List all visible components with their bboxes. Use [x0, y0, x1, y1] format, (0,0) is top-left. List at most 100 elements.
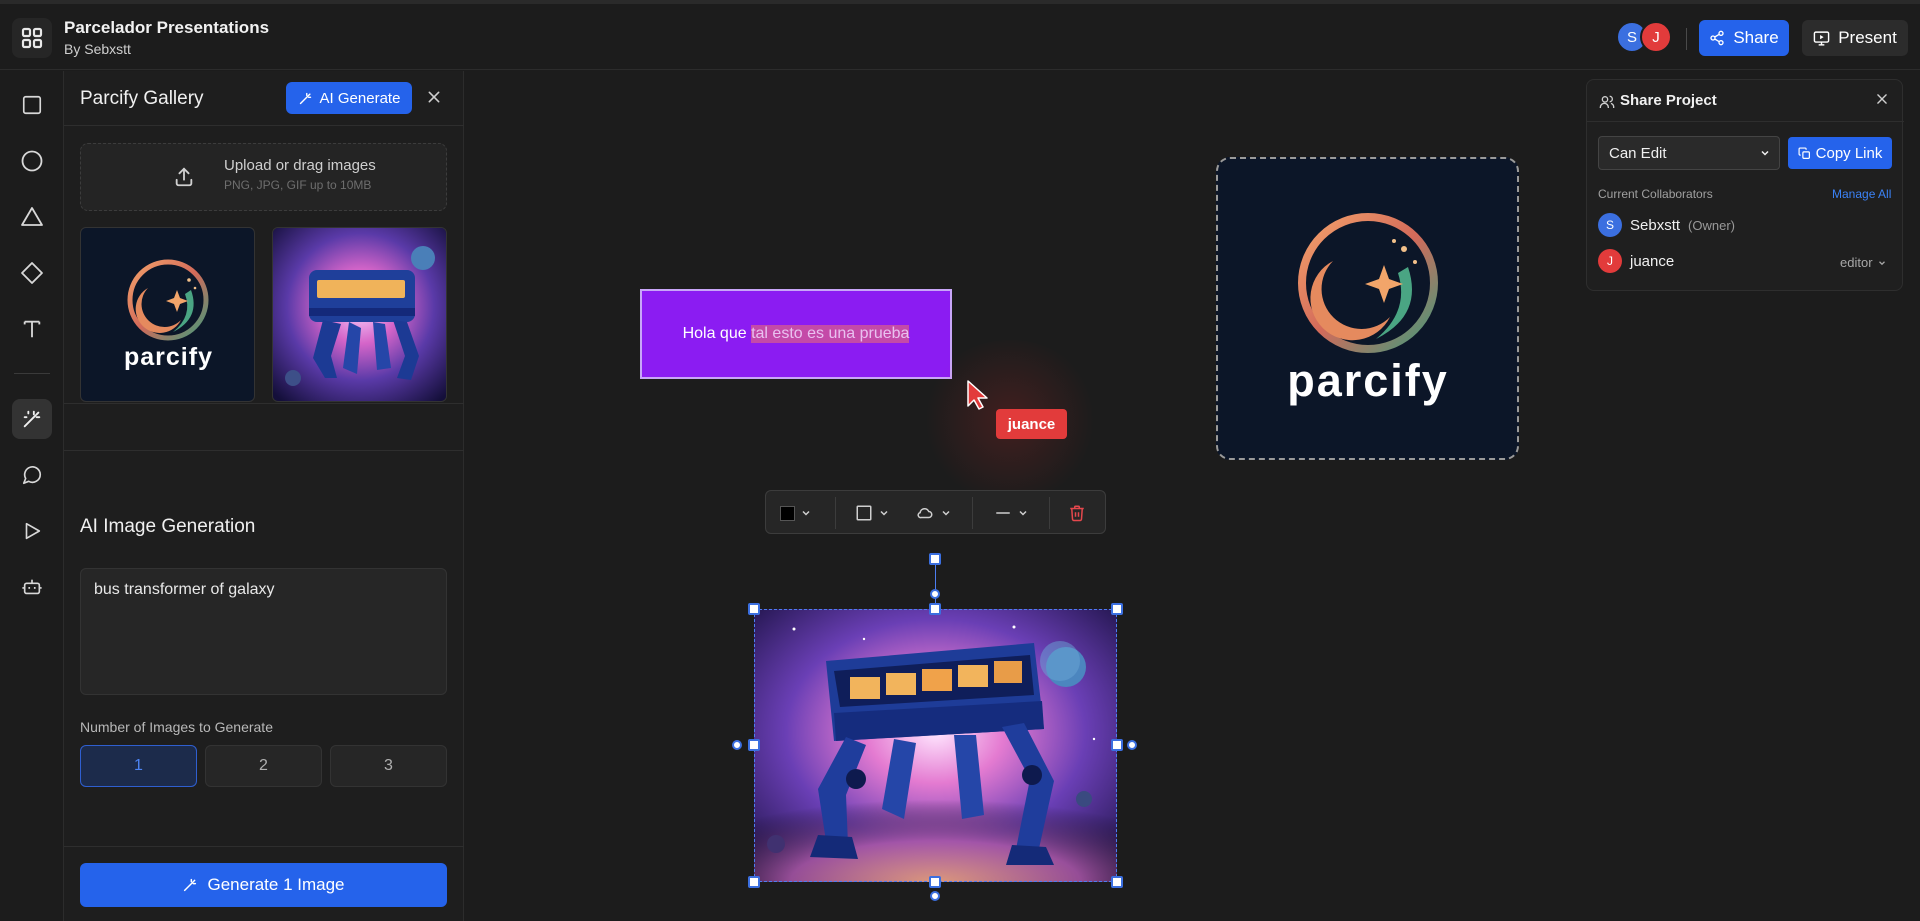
- panel-divider: [64, 450, 464, 451]
- circle-icon[interactable]: [12, 141, 52, 181]
- resize-handle-w[interactable]: [748, 739, 760, 751]
- delete-button[interactable]: [1068, 491, 1086, 535]
- copy-link-label: Copy Link: [1815, 144, 1883, 162]
- generate-button[interactable]: Generate 1 Image: [80, 863, 447, 907]
- chevron-down-icon: [942, 510, 950, 516]
- line-icon: [996, 512, 1010, 514]
- resize-handle-sw[interactable]: [748, 876, 760, 888]
- toolbar-divider: [14, 373, 50, 374]
- square-outline-icon: [856, 505, 872, 521]
- gallery-title: Parcify Gallery: [80, 88, 204, 109]
- share-icon: [1710, 30, 1724, 46]
- ai-generate-button[interactable]: AI Generate: [286, 82, 412, 114]
- share-button[interactable]: Share: [1699, 20, 1789, 56]
- selection-outline: [754, 609, 1117, 882]
- canvas-text-box[interactable]: Hola que tal esto es una prueba: [640, 289, 952, 379]
- rotate-handle[interactable]: [929, 553, 941, 565]
- collaborator-row: J juance: [1598, 249, 1674, 273]
- resize-handle-n[interactable]: [929, 603, 941, 615]
- toolbar-divider: [835, 497, 836, 529]
- panel-divider: [64, 403, 464, 404]
- collaborator-role-select[interactable]: editor: [1840, 255, 1887, 270]
- anchor-handle[interactable]: [732, 740, 742, 750]
- count-option-2[interactable]: 2: [205, 745, 322, 787]
- text-icon[interactable]: [12, 309, 52, 349]
- gallery-thumbnail-logo[interactable]: parcify: [80, 227, 255, 402]
- generate-label: Generate 1 Image: [207, 875, 345, 894]
- triangle-icon[interactable]: [12, 197, 52, 237]
- avatar: J: [1598, 249, 1622, 273]
- resize-handle-s[interactable]: [929, 876, 941, 888]
- image-count-label: Number of Images to Generate: [80, 719, 273, 735]
- chevron-down-icon: [880, 510, 888, 516]
- border-style-picker[interactable]: [855, 491, 890, 535]
- format-toolbar: [765, 490, 1106, 534]
- toolbar-divider: [1049, 497, 1050, 529]
- resize-handle-se[interactable]: [1111, 876, 1123, 888]
- close-icon[interactable]: [1875, 92, 1889, 106]
- avatar: S: [1598, 213, 1622, 237]
- remote-cursor-icon: [967, 380, 988, 410]
- permission-select[interactable]: Can Edit: [1598, 136, 1780, 170]
- header-divider: [1686, 28, 1687, 50]
- chevron-down-icon: [1761, 150, 1769, 156]
- resize-handle-e[interactable]: [1111, 739, 1123, 751]
- trash-icon: [1070, 505, 1084, 522]
- manage-all-link[interactable]: Manage All: [1832, 187, 1891, 201]
- project-title: Parcelador Presentations: [64, 18, 270, 37]
- presence-avatars: S J: [1616, 21, 1672, 53]
- canvas-logo-image[interactable]: parcify: [1216, 157, 1519, 460]
- chevron-down-icon: [1878, 260, 1885, 265]
- diamond-icon[interactable]: [12, 253, 52, 293]
- magic-wand-icon: [299, 92, 311, 104]
- robot-icon[interactable]: [12, 567, 52, 607]
- upload-label: Upload or drag images: [224, 157, 376, 174]
- collaborator-name: Sebxstt: [1630, 216, 1681, 234]
- fill-color-picker[interactable]: [780, 491, 812, 535]
- anchor-handle[interactable]: [930, 589, 940, 599]
- logo-wordmark: parcify: [124, 343, 213, 371]
- grid-menu-icon[interactable]: [12, 18, 52, 58]
- share-project-panel: Share Project Can Edit Copy Link Current…: [1586, 79, 1904, 291]
- ai-generate-label: AI Generate: [319, 89, 401, 107]
- count-option-3[interactable]: 3: [330, 745, 447, 787]
- role-value: editor: [1840, 255, 1873, 270]
- prompt-textarea[interactable]: bus transformer of galaxy: [80, 568, 447, 695]
- ai-generation-title: AI Image Generation: [80, 516, 256, 537]
- count-option-1[interactable]: 1: [80, 745, 197, 787]
- rectangle-icon[interactable]: [12, 85, 52, 125]
- owner-tag: (Owner): [1688, 217, 1735, 233]
- color-swatch: [780, 505, 795, 521]
- panel-divider: [1587, 121, 1904, 122]
- magic-wand-icon[interactable]: [12, 399, 52, 439]
- image-upload-dropzone[interactable]: Upload or drag images PNG, JPG, GIF up t…: [80, 143, 447, 211]
- share-panel-title: Share Project: [1620, 92, 1717, 109]
- panel-divider: [64, 125, 464, 126]
- present-button[interactable]: Present: [1802, 20, 1908, 56]
- copy-link-button[interactable]: Copy Link: [1788, 137, 1892, 169]
- line-style-picker[interactable]: [994, 491, 1029, 535]
- text-box-plain: Hola que: [682, 325, 752, 342]
- permission-value: Can Edit: [1609, 144, 1667, 162]
- present-label: Present: [1838, 28, 1897, 47]
- anchor-handle[interactable]: [930, 891, 940, 901]
- avatar[interactable]: J: [1640, 21, 1672, 53]
- tool-rail: [0, 71, 64, 921]
- presentation-icon: [1813, 30, 1830, 46]
- resize-handle-ne[interactable]: [1111, 603, 1123, 615]
- upload-icon: [175, 167, 193, 187]
- cloud-icon: [917, 507, 933, 519]
- users-icon: [1599, 95, 1615, 108]
- play-icon[interactable]: [12, 511, 52, 551]
- upload-hint: PNG, JPG, GIF up to 10MB: [224, 178, 372, 192]
- gallery-thumbnail-bus[interactable]: [272, 227, 447, 402]
- collaborator-name: juance: [1630, 252, 1675, 270]
- chevron-down-icon: [802, 510, 810, 516]
- comment-icon[interactable]: [12, 455, 52, 495]
- gallery-panel: Parcify Gallery AI Generate Upload or dr…: [64, 71, 464, 921]
- resize-handle-nw[interactable]: [748, 603, 760, 615]
- close-icon[interactable]: [422, 85, 446, 109]
- shadow-style-picker[interactable]: [915, 491, 952, 535]
- anchor-handle[interactable]: [1127, 740, 1137, 750]
- copy-icon: [1798, 146, 1810, 159]
